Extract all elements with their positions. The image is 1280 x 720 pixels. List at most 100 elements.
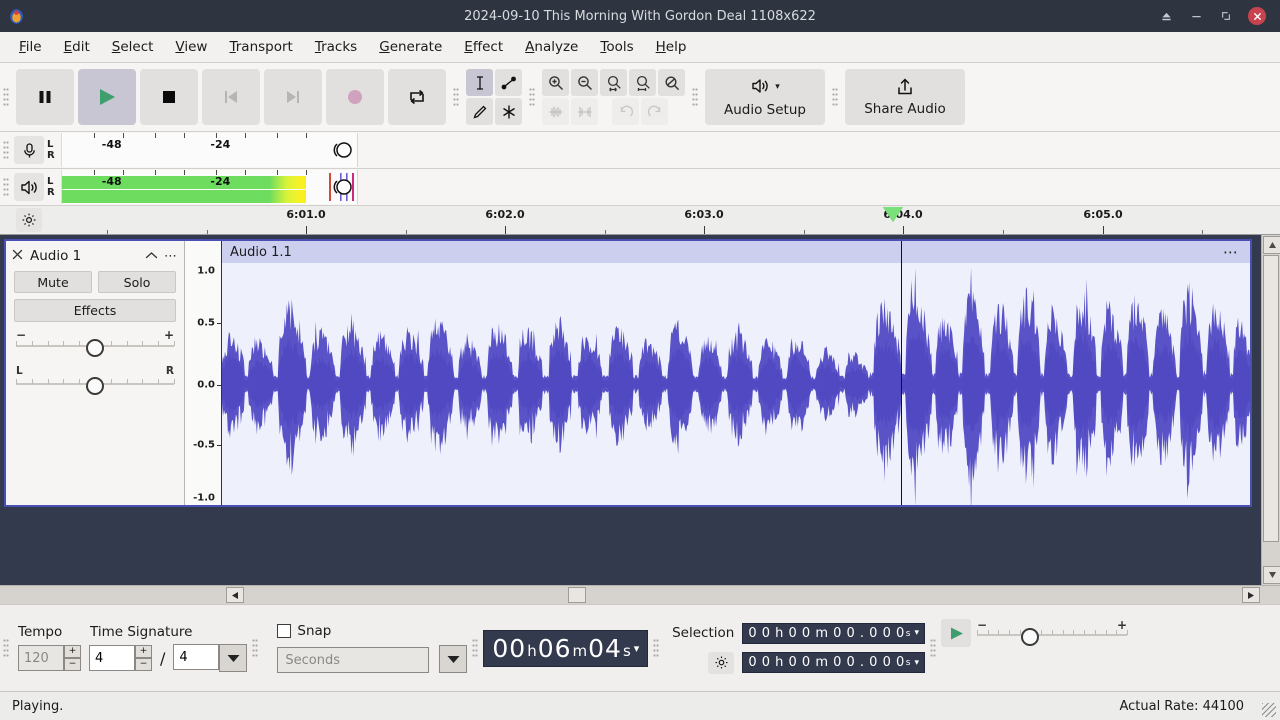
selection-tool[interactable] xyxy=(466,69,493,96)
time-sig-upper-down-button[interactable]: − xyxy=(135,658,152,671)
eject-button[interactable] xyxy=(1158,8,1174,24)
tempo-down-button[interactable]: − xyxy=(64,658,81,671)
menu-effect[interactable]: Effect xyxy=(453,35,514,59)
menu-generate[interactable]: Generate xyxy=(368,35,453,59)
waveform-area[interactable]: Audio 1.1 ⋯ xyxy=(222,241,1250,505)
selection-start-dropdown-icon[interactable]: ▾ xyxy=(914,628,919,638)
time-sig-lower-dropdown[interactable] xyxy=(219,644,248,672)
scroll-down-button[interactable] xyxy=(1263,566,1280,584)
menu-select[interactable]: Select xyxy=(101,35,165,59)
timeline-ruler[interactable]: 6:01.0 6:02.0 6:03.0 6:04.0 6:05.0 xyxy=(58,206,1280,234)
stop-button[interactable] xyxy=(140,69,198,125)
time-sig-upper-input[interactable] xyxy=(89,645,135,671)
loop-button[interactable] xyxy=(388,69,446,125)
play-speed-slider[interactable]: − + xyxy=(977,618,1128,646)
transport-toolbar-grip[interactable] xyxy=(0,63,12,131)
minimize-button[interactable] xyxy=(1188,8,1204,24)
playhead-triangle-icon[interactable] xyxy=(883,207,903,222)
pause-button[interactable] xyxy=(16,69,74,125)
menu-tools[interactable]: Tools xyxy=(589,35,644,59)
scroll-up-button[interactable] xyxy=(1263,236,1280,254)
track-title[interactable]: Audio 1 xyxy=(30,248,141,264)
audio-setup-toolbar-grip[interactable] xyxy=(689,63,701,131)
redo-button[interactable] xyxy=(641,98,668,125)
play-speed-slider-knob[interactable] xyxy=(1020,628,1039,646)
skip-to-start-button[interactable] xyxy=(202,69,260,125)
audio-position-dropdown-icon[interactable]: ▾ xyxy=(634,642,640,655)
snap-dropdown-button[interactable] xyxy=(439,645,468,673)
pan-slider[interactable]: L R xyxy=(16,365,175,395)
zoom-toggle-button[interactable] xyxy=(658,69,685,96)
clip-menu-dots-icon[interactable]: ⋯ xyxy=(1223,245,1240,260)
menu-tracks[interactable]: Tracks xyxy=(304,35,368,59)
menu-analyze[interactable]: Analyze xyxy=(514,35,589,59)
playback-meter-grip[interactable] xyxy=(0,177,12,197)
tempo-input[interactable] xyxy=(18,645,64,671)
snap-toolbar-grip[interactable] xyxy=(249,605,261,691)
time-toolbar-grip[interactable] xyxy=(0,605,12,691)
time-sig-upper-up-button[interactable]: + xyxy=(135,645,152,658)
speaker-icon[interactable] xyxy=(14,173,44,201)
snap-value-field[interactable]: Seconds xyxy=(277,647,430,673)
close-button[interactable] xyxy=(1248,7,1266,25)
skip-to-end-button[interactable] xyxy=(264,69,322,125)
waveform-canvas[interactable] xyxy=(222,263,1250,505)
draw-tool[interactable] xyxy=(466,98,493,125)
recording-meter-grip[interactable] xyxy=(0,140,12,160)
recording-meter-scale[interactable]: -48 -24 xyxy=(61,133,327,167)
horizontal-scroll-left-button[interactable] xyxy=(226,587,244,603)
maximize-button[interactable] xyxy=(1218,8,1234,24)
gain-slider-knob[interactable] xyxy=(86,339,104,357)
effects-button[interactable]: Effects xyxy=(14,299,176,322)
fit-project-button[interactable] xyxy=(629,69,656,96)
selection-end-dropdown-icon[interactable]: ▾ xyxy=(914,658,919,668)
chevron-up-icon[interactable] xyxy=(141,250,162,263)
audio-setup-button[interactable]: ▾ Audio Setup xyxy=(705,69,825,125)
track-menu-dots-icon[interactable]: ⋯ xyxy=(162,249,178,264)
fit-selection-button[interactable] xyxy=(600,69,627,96)
vertical-scrollbar[interactable] xyxy=(1261,235,1280,586)
vertical-scroll-thumb[interactable] xyxy=(1263,255,1279,542)
zoom-out-button[interactable] xyxy=(571,69,598,96)
solo-button[interactable]: Solo xyxy=(98,271,176,293)
play-button[interactable] xyxy=(78,69,136,125)
undo-button[interactable] xyxy=(612,98,639,125)
window-resize-grip[interactable] xyxy=(1262,703,1276,717)
close-track-icon[interactable] xyxy=(12,249,26,264)
time-sig-lower-field[interactable] xyxy=(173,644,248,672)
envelope-tool[interactable] xyxy=(495,69,522,96)
play-speed-toolbar-grip[interactable] xyxy=(927,605,939,691)
timeline-options-button[interactable] xyxy=(0,206,58,234)
menu-help[interactable]: Help xyxy=(645,35,698,59)
selection-toolbar-grip[interactable] xyxy=(650,605,662,691)
pan-slider-knob[interactable] xyxy=(86,377,104,395)
silence-audio-button[interactable] xyxy=(571,98,598,125)
microphone-icon[interactable] xyxy=(14,136,44,164)
horizontal-scroll-thumb[interactable] xyxy=(568,587,586,603)
tools-toolbar-grip[interactable] xyxy=(450,63,462,131)
selection-end-display[interactable]: 0 0 h 0 0 m 0 0 . 0 0 0 s ▾ xyxy=(742,652,925,673)
audio-position-display[interactable]: 00 h 06 m 04 s ▾ xyxy=(483,629,649,667)
menu-file[interactable]: File xyxy=(8,35,53,59)
horizontal-scrollbar[interactable] xyxy=(0,585,1280,604)
mute-button[interactable]: Mute xyxy=(14,271,92,293)
zoom-toolbar-grip[interactable] xyxy=(526,63,538,131)
playback-meter-scale[interactable]: -48 -24 xyxy=(61,170,327,204)
play-at-speed-button[interactable] xyxy=(941,619,971,647)
record-button[interactable] xyxy=(326,69,384,125)
time-sig-upper-field[interactable]: +− xyxy=(89,645,152,671)
waveform-vertical-ruler[interactable]: 1.0 0.5 0.0 -0.5 -1.0 xyxy=(185,241,222,505)
audio-position-toolbar-grip[interactable] xyxy=(469,605,481,691)
gain-slider[interactable]: − + xyxy=(16,328,175,357)
trim-audio-button[interactable] xyxy=(542,98,569,125)
selection-start-display[interactable]: 0 0 h 0 0 m 0 0 . 0 0 0 s ▾ xyxy=(742,622,925,644)
share-audio-button[interactable]: Share Audio xyxy=(845,69,965,125)
snap-checkbox[interactable] xyxy=(277,624,292,638)
selection-options-gear-icon[interactable] xyxy=(708,651,735,674)
multi-tool[interactable] xyxy=(495,98,522,125)
zoom-in-button[interactable] xyxy=(542,69,569,96)
menu-edit[interactable]: Edit xyxy=(53,35,101,59)
horizontal-scroll-right-button[interactable] xyxy=(1242,587,1260,603)
menu-transport[interactable]: Transport xyxy=(218,35,303,59)
clip-header[interactable]: Audio 1.1 ⋯ xyxy=(222,241,1250,264)
